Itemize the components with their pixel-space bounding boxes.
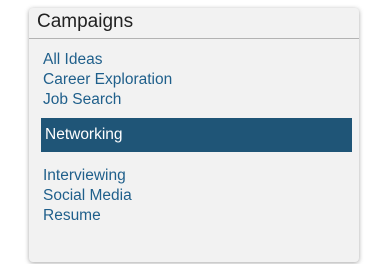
campaigns-panel: Campaigns All Ideas Career Exploration J…	[29, 8, 359, 262]
campaign-item-social-media[interactable]: Social Media	[29, 186, 359, 206]
campaign-item-networking[interactable]: Networking	[41, 118, 352, 152]
campaign-item-all-ideas[interactable]: All Ideas	[29, 50, 359, 70]
campaign-item-resume[interactable]: Resume	[29, 206, 359, 226]
campaign-item-job-search[interactable]: Job Search	[29, 90, 359, 110]
campaign-list: All Ideas Career Exploration Job Search …	[29, 50, 359, 226]
campaign-item-career-exploration[interactable]: Career Exploration	[29, 70, 359, 90]
panel-title: Campaigns	[29, 8, 359, 39]
campaign-item-interviewing[interactable]: Interviewing	[29, 166, 359, 186]
